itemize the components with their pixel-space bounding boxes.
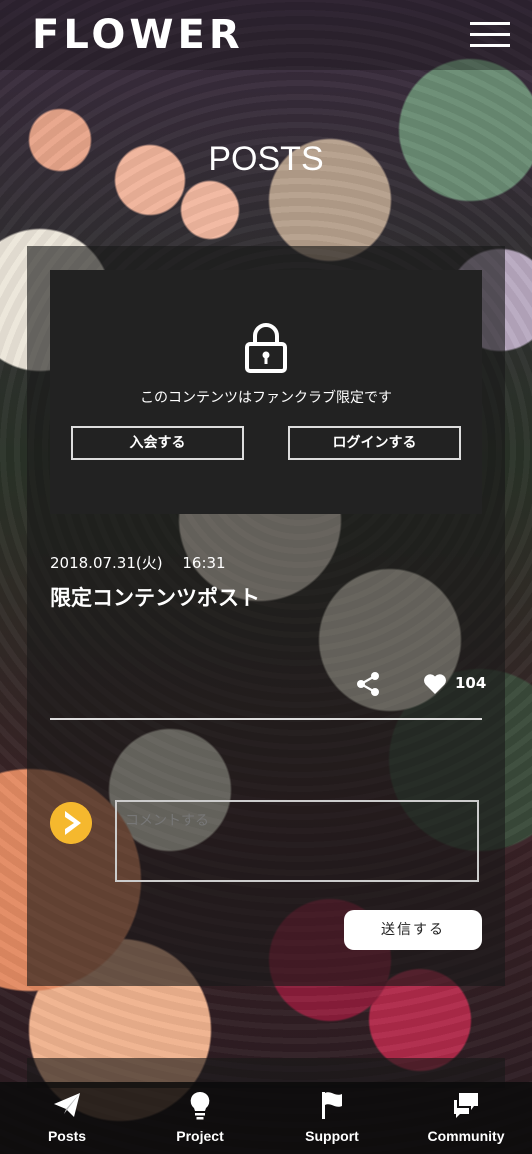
nav-item-posts[interactable]: Posts bbox=[12, 1082, 122, 1154]
members-only-panel: このコンテンツはファンクラブ限定です 入会する ログインする bbox=[50, 270, 482, 514]
page-title: POSTS bbox=[208, 140, 324, 178]
nav-label-community: Community bbox=[427, 1128, 505, 1144]
heart-icon[interactable] bbox=[423, 673, 447, 695]
post-date: 2018.07.31(火) 16:31 bbox=[50, 554, 226, 572]
join-button[interactable]: 入会する bbox=[71, 426, 244, 460]
like-count: 104 bbox=[455, 674, 487, 692]
nav-item-community[interactable]: Community bbox=[411, 1082, 521, 1154]
nav-label-support: Support bbox=[305, 1128, 359, 1144]
play-avatar-icon bbox=[50, 802, 92, 844]
post-title: 限定コンテンツポスト bbox=[50, 586, 260, 610]
login-button[interactable]: ログインする bbox=[288, 426, 461, 460]
share-icon[interactable] bbox=[355, 671, 381, 697]
bottom-nav: Posts Project Support Community bbox=[0, 1082, 532, 1154]
lightbulb-icon bbox=[190, 1091, 210, 1120]
members-only-message: このコンテンツはファンクラブ限定です bbox=[140, 390, 392, 406]
flag-icon bbox=[322, 1092, 342, 1119]
nav-label-project: Project bbox=[176, 1128, 224, 1144]
lock-icon bbox=[245, 323, 287, 373]
nav-label-posts: Posts bbox=[47, 1128, 87, 1144]
app-logo[interactable]: FLOWER bbox=[32, 12, 244, 58]
nav-item-support[interactable]: Support bbox=[277, 1082, 387, 1154]
nav-item-project[interactable]: Project bbox=[145, 1082, 255, 1154]
chat-bubbles-icon bbox=[454, 1093, 478, 1118]
post-card: このコンテンツはファンクラブ限定です 入会する ログインする 2018.07.3… bbox=[27, 246, 505, 986]
hamburger-icon[interactable] bbox=[470, 22, 510, 48]
paper-plane-icon bbox=[54, 1093, 80, 1117]
top-header: FLOWER bbox=[0, 0, 532, 70]
send-button[interactable]: 送信する bbox=[344, 910, 482, 950]
comment-input[interactable] bbox=[115, 800, 479, 882]
divider bbox=[50, 718, 482, 720]
